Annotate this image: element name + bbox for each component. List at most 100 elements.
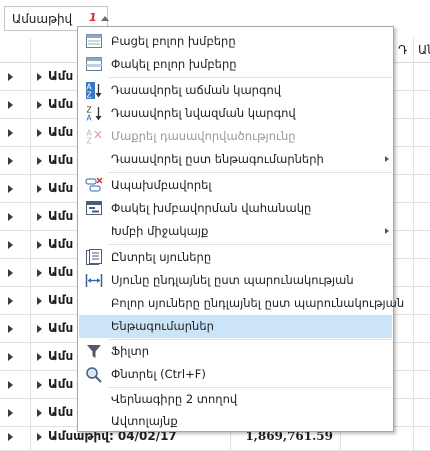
menu-item-label: Վերնագիրը 2 տողով bbox=[111, 392, 238, 406]
submenu-arrow-icon bbox=[385, 228, 389, 234]
row-expander-icon[interactable] bbox=[8, 325, 13, 333]
menu-item-ungroup[interactable]: Ապախմբավորել bbox=[79, 174, 392, 197]
column-header-amount[interactable]: Դ bbox=[393, 38, 413, 62]
menu-item-group-interval[interactable]: Խմբի միջակայք bbox=[79, 220, 392, 243]
group-row-label: Ամս bbox=[48, 321, 74, 335]
sort-ascending-icon: AZ bbox=[85, 82, 103, 100]
group-row-label: Ամս bbox=[48, 377, 74, 391]
menu-item-label: Դասավորել ըստ ենթագումարների bbox=[111, 152, 324, 166]
group-expand-icon[interactable] bbox=[37, 381, 42, 389]
group-chip-label: Ամսաթիվ bbox=[12, 12, 73, 26]
best-fit-icon bbox=[85, 272, 103, 289]
menu-separator bbox=[108, 244, 392, 245]
column-header-last[interactable]: Ան bbox=[413, 38, 430, 62]
menu-item-best-fit-all[interactable]: Բոլոր սյուները ընդլայնել ըստ պարունակութ… bbox=[79, 292, 404, 315]
group-expand-icon[interactable] bbox=[37, 157, 42, 165]
group-chip-index: 1 bbox=[89, 11, 97, 24]
group-expand-icon[interactable] bbox=[37, 101, 42, 109]
submenu-arrow-icon bbox=[385, 156, 389, 162]
menu-item-label: Բացել բոլոր խմբերը bbox=[111, 34, 236, 48]
group-expand-icon[interactable] bbox=[37, 353, 42, 361]
sort-ascending-arrow-icon bbox=[101, 16, 109, 21]
collapse-groups-icon bbox=[85, 56, 103, 73]
group-row-label: Ամս bbox=[48, 349, 74, 363]
menu-item-two-line-header[interactable]: Վերնագիրը 2 տողով bbox=[79, 388, 392, 411]
row-expander-icon[interactable] bbox=[8, 241, 13, 249]
group-expand-icon[interactable] bbox=[37, 297, 42, 305]
row-expander-icon[interactable] bbox=[8, 129, 13, 137]
menu-item-expand-all-groups[interactable]: Բացել բոլոր խմբերը bbox=[79, 30, 392, 53]
group-expand-icon[interactable] bbox=[37, 241, 42, 249]
group-row-label: Ամս bbox=[48, 125, 74, 139]
menu-item-label: Փակել խմբավորման վահանակը bbox=[111, 201, 312, 215]
group-expand-icon[interactable] bbox=[37, 73, 42, 81]
row-expander-icon[interactable] bbox=[8, 73, 13, 81]
menu-item-label: Դասավորել նվազման կարգով bbox=[111, 106, 296, 120]
menu-item-label: Փնտրել (Ctrl+F) bbox=[111, 367, 206, 381]
clear-sorting-icon: AZ bbox=[85, 128, 103, 146]
menu-item-label: Ֆիլտր bbox=[111, 344, 149, 358]
menu-item-label: Խմբի միջակայք bbox=[111, 224, 209, 238]
menu-item-autolink[interactable]: Ավտոլայնք bbox=[79, 410, 392, 433]
menu-item-best-fit[interactable]: Սյունը ընդլայնել ըստ պարունակության bbox=[79, 269, 392, 292]
group-row-label: Ամս bbox=[48, 265, 74, 279]
sort-descending-icon: ZA bbox=[85, 105, 103, 123]
menu-item-label: Բոլոր սյուները ընդլայնել ըստ պարունակութ… bbox=[111, 296, 405, 310]
group-expand-icon[interactable] bbox=[37, 269, 42, 277]
group-row-label: Ամս bbox=[48, 153, 74, 167]
row-expander-icon[interactable] bbox=[8, 185, 13, 193]
menu-separator bbox=[108, 172, 392, 173]
find-icon bbox=[85, 366, 103, 383]
menu-item-label: Ավտոլայնք bbox=[111, 414, 178, 428]
group-row-label: Ամս bbox=[48, 181, 74, 195]
menu-item-sort-descending[interactable]: ZA Դասավորել նվազման կարգով bbox=[79, 102, 392, 125]
menu-item-hide-group-panel[interactable]: Փակել խմբավորման վահանակը bbox=[79, 197, 392, 220]
group-expand-icon[interactable] bbox=[37, 185, 42, 193]
row-expander-icon[interactable] bbox=[8, 297, 13, 305]
row-expander-icon[interactable] bbox=[8, 157, 13, 165]
group-expand-icon[interactable] bbox=[37, 129, 42, 137]
svg-text:Z: Z bbox=[87, 91, 92, 100]
column-chooser-icon bbox=[85, 249, 103, 266]
menu-item-label: Ենթագումարներ bbox=[111, 319, 214, 333]
ungroup-icon bbox=[85, 177, 103, 194]
menu-item-sort-ascending[interactable]: AZ Դասավորել աճման կարգով bbox=[79, 79, 392, 102]
group-row-label: Ամս bbox=[48, 293, 74, 307]
row-expander-icon[interactable] bbox=[8, 101, 13, 109]
group-expand-icon[interactable] bbox=[37, 213, 42, 221]
row-expander-icon[interactable] bbox=[8, 433, 13, 441]
row-expander-icon[interactable] bbox=[8, 269, 13, 277]
menu-item-label: Ընտրել սյուները bbox=[111, 250, 212, 264]
group-expand-icon[interactable] bbox=[37, 325, 42, 333]
menu-item-filter[interactable]: Ֆիլտր bbox=[79, 340, 392, 363]
row-expander-icon[interactable] bbox=[8, 409, 13, 417]
menu-item-subtotals[interactable]: Ենթագումարներ bbox=[79, 315, 392, 338]
menu-item-label: Փակել բոլոր խմբերը bbox=[111, 57, 237, 71]
svg-text:Z: Z bbox=[87, 137, 92, 146]
menu-item-label: Մաքրել դասավորվածությունը bbox=[111, 129, 296, 143]
menu-item-label: Ապախմբավորել bbox=[111, 178, 212, 192]
menu-item-label: Սյունը ընդլայնել ըստ պարունակության bbox=[111, 273, 354, 287]
group-panel-icon bbox=[85, 200, 103, 217]
group-expand-icon[interactable] bbox=[37, 409, 42, 417]
menu-item-sort-by-summary[interactable]: Դասավորել ըստ ենթագումարների bbox=[79, 148, 392, 171]
group-row-label: Ամս bbox=[48, 97, 74, 111]
group-row-label: Ամս bbox=[48, 69, 74, 83]
row-expander-icon[interactable] bbox=[8, 381, 13, 389]
group-row-label: Ամս bbox=[48, 237, 74, 251]
row-expander-icon[interactable] bbox=[8, 213, 13, 221]
expand-groups-icon bbox=[85, 33, 103, 50]
menu-item-clear-sorting[interactable]: AZ Մաքրել դասավորվածությունը bbox=[79, 125, 392, 148]
filter-icon bbox=[85, 343, 103, 360]
menu-item-column-chooser[interactable]: Ընտրել սյուները bbox=[79, 246, 392, 269]
menu-item-collapse-all-groups[interactable]: Փակել բոլոր խմբերը bbox=[79, 53, 392, 76]
group-row-label: Ամս bbox=[48, 209, 74, 223]
group-row-label: Ամս bbox=[48, 405, 74, 419]
svg-text:A: A bbox=[87, 114, 93, 123]
menu-item-label: Դասավորել աճման կարգով bbox=[111, 83, 282, 97]
menu-separator bbox=[108, 77, 392, 78]
row-expander-icon[interactable] bbox=[8, 353, 13, 361]
column-context-menu: Բացել բոլոր խմբերը Փակել բոլոր խմբերը AZ… bbox=[77, 26, 404, 433]
menu-item-find[interactable]: Փնտրել (Ctrl+F) bbox=[79, 363, 392, 386]
group-expand-icon[interactable] bbox=[37, 433, 42, 441]
